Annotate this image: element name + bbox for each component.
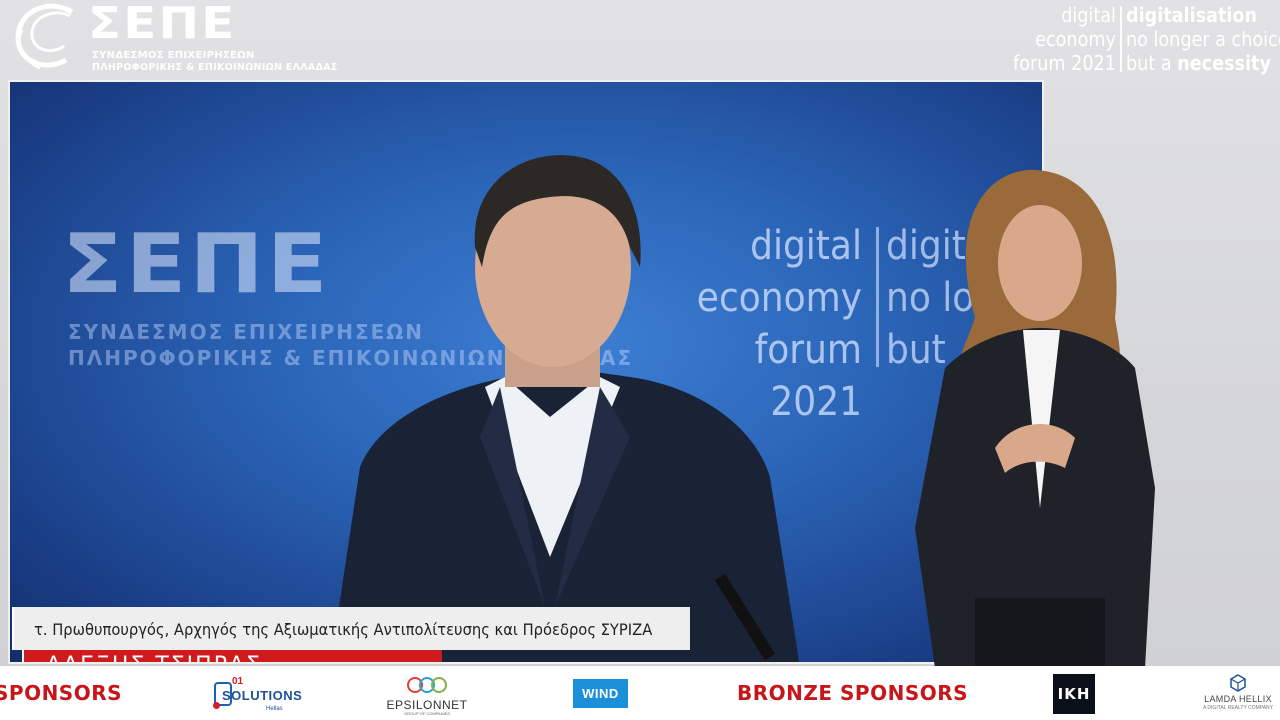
sepe-logo-subtitle-line2: ΠΛΗΡΟΦΟΡΙΚΗΣ & ΕΠΙΚΟΙΝΩΝΙΩΝ ΕΛΛΑΔΑΣ xyxy=(92,62,338,73)
sponsor-logo-epsilonnet[interactable]: EPSILONNET GROUP OF COMPANIES xyxy=(386,674,468,716)
event-tagline: digitalisation no longer a choice but a … xyxy=(1126,3,1280,75)
lamda-sub: A DIGITAL REALTY COMPANY xyxy=(1202,705,1274,711)
sepe-swirl-icon xyxy=(15,3,74,70)
sponsor-logo-lamda-hellix[interactable]: LAMDA HELLIX A DIGITAL REALTY COMPANY xyxy=(1200,674,1280,716)
speaker-title-bar: τ. Πρωθυπουργός, Αρχηγός της Αξιωματικής… xyxy=(12,607,690,650)
solutions-sub: Hellas xyxy=(266,706,283,712)
bronze-sponsors-heading: BRONZE SPONSORS xyxy=(737,681,969,705)
sponsor-logo-ikh[interactable]: IKH xyxy=(1053,674,1095,714)
title-divider xyxy=(1120,6,1122,72)
sponsor-logo-wind[interactable]: WIND xyxy=(573,679,628,708)
solutions-name: SOLUTIONS xyxy=(222,688,303,703)
tagline-line3-prefix: but a xyxy=(1126,51,1178,75)
sign-language-interpreter xyxy=(915,169,1155,668)
tagline-line3-bold: necessity xyxy=(1177,51,1271,75)
solutions-number: 01 xyxy=(232,676,244,687)
epsilon-sub: GROUP OF COMPANIES xyxy=(403,711,451,716)
header: ΣΕΠΕ ΣΥΝΔΕΣΜΟΣ ΕΠΙΧΕΙΡΗΣΕΩΝ ΠΛΗΡΟΦΟΡΙΚΗΣ… xyxy=(0,0,1280,78)
event-title-line1: digital xyxy=(1061,3,1116,27)
event-title: digital economy forum 2021 xyxy=(1013,3,1116,75)
sepe-logo-subtitle-line1: ΣΥΝΔΕΣΜΟΣ ΕΠΙΧΕΙΡΗΣΕΩΝ xyxy=(92,50,255,61)
speaker-name: ΑΛΕΞΗΣ ΤΣΙΠΡΑΣ xyxy=(46,653,262,662)
sponsor-logo-01-solutions[interactable]: 01 SOLUTIONS Hellas xyxy=(213,674,302,714)
lamda-name: LAMDA HELLIX xyxy=(1204,694,1272,704)
backdrop-sepe-letters: ΣΕΠΕ xyxy=(62,217,331,312)
solutions-dot-icon xyxy=(213,702,220,709)
speaker-title: τ. Πρωθυπουργός, Αρχηγός της Αξιωματικής… xyxy=(34,620,653,639)
epsilon-name: EPSILONNET xyxy=(386,698,468,712)
tagline-line1: digitalisation xyxy=(1126,3,1258,27)
sepe-logo-letters: ΣΕΠΕ xyxy=(88,0,237,49)
event-title-line3: forum 2021 xyxy=(1013,51,1116,75)
speaker-figure xyxy=(330,155,800,662)
epsilon-rings-icon xyxy=(407,677,447,693)
tagline-line3: but a necessity xyxy=(1126,51,1280,75)
event-title-line2: economy xyxy=(1035,27,1116,51)
tagline-line2: no longer a choice xyxy=(1126,27,1280,51)
lamda-cube-icon xyxy=(1230,674,1246,692)
backdrop-divider xyxy=(876,227,879,367)
sponsor-bar: SPONSORS 01 SOLUTIONS Hellas EPSILONNET … xyxy=(0,666,1280,720)
main-video-feed[interactable]: ΣΕΠΕ ΣΥΝΔΕΣΜΟΣ ΕΠΙΧΕΙΡΗΣΕΩΝ ΠΛΗΡΟΦΟΡΙΚΗΣ… xyxy=(8,80,1044,664)
sponsors-heading: SPONSORS xyxy=(0,681,123,705)
sepe-logo: ΣΕΠΕ ΣΥΝΔΕΣΜΟΣ ΕΠΙΧΕΙΡΗΣΕΩΝ ΠΛΗΡΟΦΟΡΙΚΗΣ… xyxy=(10,0,337,74)
